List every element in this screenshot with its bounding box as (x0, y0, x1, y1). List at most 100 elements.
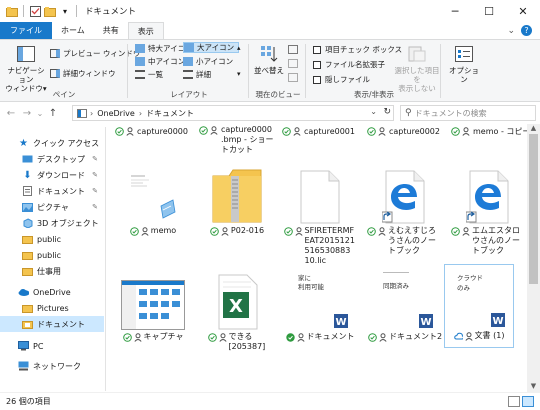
sort-by-label: 並べ替え (254, 66, 284, 75)
nav-pictures[interactable]: ピクチャ ✎ (0, 199, 104, 215)
item-checkboxes-toggle[interactable]: 項目チェック ボックス (313, 44, 402, 55)
breadcrumb-documents[interactable]: ドキュメント (146, 108, 194, 119)
nav-pc[interactable]: PC (0, 338, 104, 354)
nav-documents[interactable]: ドキュメント ✎ (0, 183, 104, 199)
file-caption: P02-016 (199, 226, 275, 236)
people-icon (378, 126, 386, 136)
tab-share[interactable]: 共有 (94, 22, 128, 39)
nav-onedrive[interactable]: OneDrive (0, 284, 104, 300)
preview-pane-icon (50, 49, 60, 58)
hidden-items-checkbox[interactable] (313, 75, 321, 84)
file-name: キャプチャ (143, 332, 184, 341)
nav-quick-access[interactable]: ★ クイック アクセス (0, 135, 104, 151)
large-icons-button[interactable]: 大アイコン (183, 42, 240, 53)
file-item-capture0000-shortcut[interactable]: capture0000 .bmp - ショー トカット (199, 124, 273, 154)
nav-network[interactable]: ネットワーク (0, 358, 104, 374)
properties-icon[interactable] (29, 5, 41, 17)
nav-public-1[interactable]: public (0, 231, 104, 247)
large-icons-view-icon[interactable] (522, 396, 534, 407)
ribbon-collapse-icon[interactable]: ⌄ (507, 26, 515, 36)
qat-separator (23, 5, 24, 17)
hide-selected-items-button[interactable]: 選択した項目を 表示しない (393, 44, 441, 93)
vertical-scrollbar[interactable]: ▲ ▼ (527, 124, 540, 392)
hidden-items-toggle[interactable]: 隠しファイル (313, 74, 370, 85)
close-button[interactable]: ✕ (506, 0, 540, 22)
tab-view[interactable]: 表示 (127, 22, 164, 39)
file-item-lic[interactable]: SFIRETERMFEAT2015121516530883 10.lic (282, 160, 358, 265)
maximize-button[interactable]: ☐ (472, 0, 506, 22)
refresh-icon[interactable]: ↻ (383, 107, 391, 117)
star-icon: ★ (19, 137, 28, 149)
file-item-notebook-2[interactable]: エムエスタロウさんのノートブック (451, 160, 527, 255)
size-columns-button[interactable] (288, 72, 301, 83)
search-input[interactable] (414, 108, 527, 118)
file-item-memo[interactable]: memo (115, 160, 191, 244)
file-item-capture0000[interactable]: capture0000 (115, 124, 188, 138)
address-dropdown-icon[interactable]: ⌄ (370, 107, 377, 116)
file-item-memo-copy[interactable]: memo - コピー (451, 124, 527, 138)
minimize-button[interactable]: ─ (438, 0, 472, 22)
list-icon (135, 70, 145, 79)
nav-desktop[interactable]: デスクトップ ✎ (0, 151, 104, 167)
file-extensions-toggle[interactable]: ファイル名拡張子 (313, 59, 385, 70)
tab-home[interactable]: ホーム (52, 22, 94, 39)
nav-3d-objects[interactable]: 3D オブジェクト (0, 215, 104, 231)
medium-icons-button[interactable]: 中アイコン (135, 56, 185, 67)
recent-locations-button[interactable]: ⌄ (35, 105, 45, 121)
file-item-capture0001[interactable]: capture0001 (282, 124, 355, 138)
forward-button[interactable]: → (19, 105, 35, 121)
details-view-icon[interactable] (508, 396, 520, 407)
file-extensions-checkbox[interactable] (313, 60, 321, 69)
file-caption: memo (115, 226, 191, 236)
address-bar[interactable]: › OneDrive › ドキュメント ⌄ ↻ (72, 105, 394, 121)
layout-more-button[interactable]: ▾ (237, 68, 241, 79)
list-view-button[interactable]: 一覧 (135, 69, 163, 80)
folder-icon (22, 303, 33, 313)
help-icon[interactable]: ? (521, 25, 532, 36)
sort-by-button[interactable]: 並べ替え (252, 44, 286, 75)
file-item-p02-016[interactable]: P02-016 (199, 160, 275, 244)
file-name: memo - コピー (473, 126, 527, 136)
nav-work[interactable]: 仕事用 (0, 263, 104, 279)
options-button[interactable]: オプション (446, 44, 482, 84)
group-by-button[interactable] (288, 44, 301, 55)
add-columns-button[interactable] (288, 58, 301, 69)
new-folder-icon[interactable] (44, 5, 56, 17)
search-box[interactable]: ⚲ (400, 105, 536, 121)
file-item-dekiru[interactable]: X できる [205387] (199, 266, 275, 356)
scroll-down-arrow-icon[interactable]: ▼ (527, 382, 540, 392)
nav-od-pictures[interactable]: Pictures (0, 300, 104, 316)
nav-od-documents[interactable]: ドキュメント (0, 316, 104, 332)
large-icons-label: 大アイコン (197, 43, 235, 52)
file-item-document2[interactable]: 同期済み W ドキュメント2 (367, 266, 443, 350)
nav-public-2[interactable]: public (0, 247, 104, 263)
scroll-up-arrow-icon[interactable]: ▲ (527, 124, 540, 134)
file-item-capture[interactable]: キャプチャ (115, 266, 191, 350)
document-icon (22, 186, 33, 196)
qat-customize-icon[interactable]: ▾ (59, 5, 71, 17)
file-item-document[interactable]: 家に 利用可能 W ドキュメント (282, 266, 358, 350)
word-doc-preview: 同期済み W (377, 272, 433, 328)
item-checkboxes-checkbox[interactable] (313, 45, 321, 54)
details-view-button[interactable]: 詳細 (183, 69, 211, 80)
synced-check-icon (368, 333, 377, 342)
file-item-bunsho-1[interactable]: クラウド のみ W 文書 (1) (444, 264, 514, 348)
tab-file[interactable]: ファイル (0, 22, 52, 39)
file-caption: エムエスタロウさんのノートブック (451, 226, 527, 256)
scrollbar-thumb[interactable] (529, 134, 538, 284)
file-caption: できる [205387] (199, 332, 275, 352)
file-name: memo (150, 226, 177, 235)
small-icons-button[interactable]: 小アイコン (183, 56, 233, 67)
file-item-notebook-1[interactable]: えむえすじろうさんのノートブック (367, 160, 443, 255)
back-button[interactable]: ← (3, 105, 19, 121)
details-pane-button[interactable]: 詳細ウィンドウ (50, 68, 116, 79)
navigation-pane-button[interactable]: ナビゲーション ウィンドウ▾ (4, 44, 48, 93)
breadcrumb-onedrive[interactable]: OneDrive (97, 109, 135, 118)
ribbon-group-show-hide: 項目チェック ボックス ファイル名拡張子 隠しファイル 選択した項目を 表示しな… (307, 40, 441, 102)
nav-downloads[interactable]: ⬇ ダウンロード ✎ (0, 167, 104, 183)
zip-folder-thumbnail (199, 160, 275, 224)
file-item-capture0002[interactable]: capture0002 (367, 124, 440, 138)
people-icon (210, 126, 218, 135)
up-button[interactable]: ↑ (45, 105, 61, 121)
layout-scroll-up[interactable]: ▴ (237, 42, 241, 53)
